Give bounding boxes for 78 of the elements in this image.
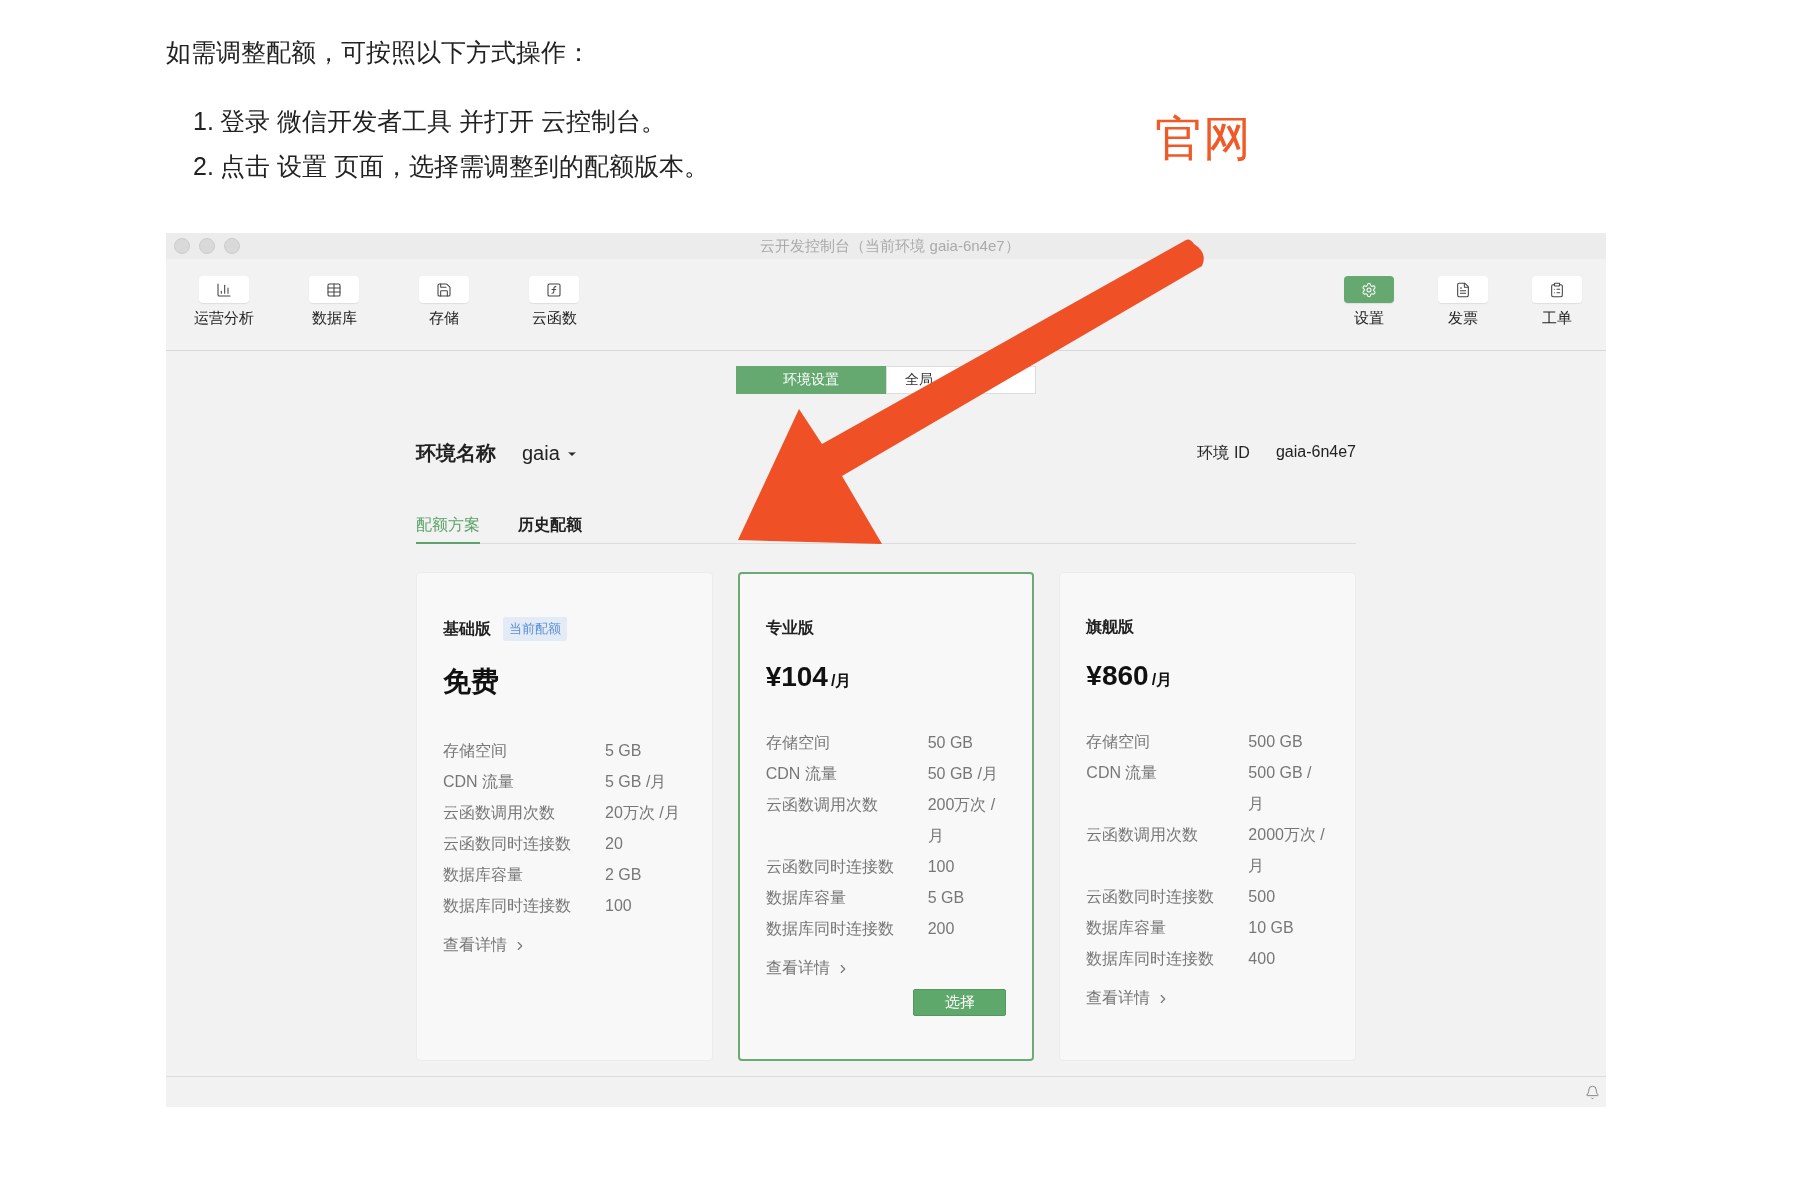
spec-value: 200 bbox=[927, 919, 956, 939]
function-icon bbox=[546, 281, 562, 298]
spec-value: 20万次 /月 bbox=[605, 803, 681, 823]
plan-price: ¥860 bbox=[1086, 660, 1149, 692]
document-icon bbox=[1455, 281, 1471, 298]
spec-label: 存储空间 bbox=[1086, 732, 1152, 752]
spec-value: 5 GB bbox=[605, 741, 643, 761]
window-button[interactable] bbox=[199, 238, 215, 254]
spec-value: 2000万次 /月 bbox=[1248, 825, 1326, 876]
env-name-label: 环境名称 bbox=[416, 441, 496, 466]
current-badge: 当前配额 bbox=[503, 617, 567, 641]
spec-value: 2 GB bbox=[605, 865, 643, 885]
settings-icon bbox=[1361, 281, 1377, 298]
window-button[interactable] bbox=[174, 238, 190, 254]
toolbar-button[interactable]: 云函数 bbox=[521, 276, 587, 328]
window-button[interactable] bbox=[224, 238, 240, 254]
spec-value: 400 bbox=[1248, 949, 1277, 969]
plan-price: 免费 bbox=[443, 665, 499, 699]
spec-label: 数据库同时连接数 bbox=[443, 896, 572, 916]
toolbar-button[interactable]: 存储 bbox=[411, 276, 477, 328]
spec-label: 云函数同时连接数 bbox=[765, 857, 895, 877]
spec-label: CDN 流量 bbox=[1086, 763, 1159, 783]
spec-value: 50 GB /月 bbox=[927, 764, 999, 784]
spec-value: 5 GB bbox=[927, 888, 966, 908]
chart-icon bbox=[216, 281, 232, 298]
env-select[interactable]: gaia bbox=[522, 442, 578, 465]
price-unit: /月 bbox=[1151, 670, 1173, 690]
table-icon bbox=[326, 281, 342, 298]
clipboard-icon bbox=[1549, 281, 1565, 298]
spec-label: 云函数调用次数 bbox=[1086, 825, 1200, 845]
spec-value: 200万次 /月 bbox=[927, 795, 997, 846]
details-link[interactable]: 查看详情 bbox=[765, 958, 850, 979]
list-number: 2. bbox=[193, 150, 214, 182]
save-icon bbox=[436, 281, 452, 298]
toolbar-button[interactable]: 发票 bbox=[1430, 276, 1496, 328]
price-unit: /月 bbox=[830, 671, 852, 691]
bell-icon[interactable] bbox=[1585, 1084, 1600, 1100]
toolbar-button[interactable]: 数据库 bbox=[301, 276, 367, 328]
toolbar-button[interactable]: 运营分析 bbox=[191, 276, 257, 328]
env-id-label: 环境 ID bbox=[1197, 443, 1250, 463]
tab[interactable]: 历史配额 bbox=[518, 515, 582, 544]
toolbar-button[interactable]: 设置 bbox=[1336, 276, 1402, 328]
annotation-text: 官网 bbox=[1155, 111, 1251, 167]
details-link[interactable]: 查看详情 bbox=[443, 935, 527, 956]
details-link[interactable]: 查看详情 bbox=[1086, 988, 1171, 1009]
spec-label: 数据库容量 bbox=[443, 865, 524, 885]
step-text: 点击 设置 页面，选择需调整到的配额版本。 bbox=[219, 150, 709, 182]
spec-value: 20 bbox=[605, 834, 624, 854]
step-text: 登录 微信开发者工具 并打开 云控制台。 bbox=[219, 105, 666, 137]
spec-label: 数据库容量 bbox=[765, 888, 847, 908]
toolbar-button[interactable]: 工单 bbox=[1524, 276, 1590, 328]
spec-value: 10 GB bbox=[1248, 918, 1295, 938]
intro-text: 如需调整配额，可按照以下方式操作： bbox=[166, 37, 592, 68]
spec-label: 数据库同时连接数 bbox=[765, 919, 895, 939]
spec-label: 云函数调用次数 bbox=[765, 795, 879, 815]
spec-label: 存储空间 bbox=[443, 741, 508, 761]
spec-value: 500 GB /月 bbox=[1248, 763, 1313, 814]
spec-value: 5 GB /月 bbox=[605, 772, 668, 792]
spec-label: CDN 流量 bbox=[765, 764, 838, 784]
plan-title: 基础版 bbox=[443, 618, 491, 639]
env-id: gaia-6n4e7 bbox=[1275, 443, 1356, 462]
spec-label: CDN 流量 bbox=[443, 772, 516, 792]
spec-value: 50 GB bbox=[927, 733, 974, 753]
window-title: 云开发控制台（当前环境 gaia-6n4e7） bbox=[759, 236, 1021, 256]
spec-value: 500 GB bbox=[1248, 732, 1304, 752]
list-number: 1. bbox=[193, 105, 214, 137]
spec-label: 数据库同时连接数 bbox=[1086, 949, 1216, 969]
plan-title: 旗舰版 bbox=[1086, 617, 1135, 637]
spec-label: 云函数同时连接数 bbox=[443, 834, 572, 854]
spec-label: 云函数调用次数 bbox=[443, 803, 556, 823]
spec-value: 500 bbox=[1248, 887, 1277, 907]
spec-label: 云函数同时连接数 bbox=[1086, 887, 1216, 907]
spec-value: 100 bbox=[605, 896, 633, 916]
plan-price: ¥104 bbox=[765, 661, 828, 693]
spec-label: 数据库容量 bbox=[1086, 918, 1168, 938]
spec-label: 存储空间 bbox=[765, 733, 831, 753]
spec-value: 100 bbox=[927, 857, 956, 877]
plan-title: 专业版 bbox=[765, 618, 814, 638]
